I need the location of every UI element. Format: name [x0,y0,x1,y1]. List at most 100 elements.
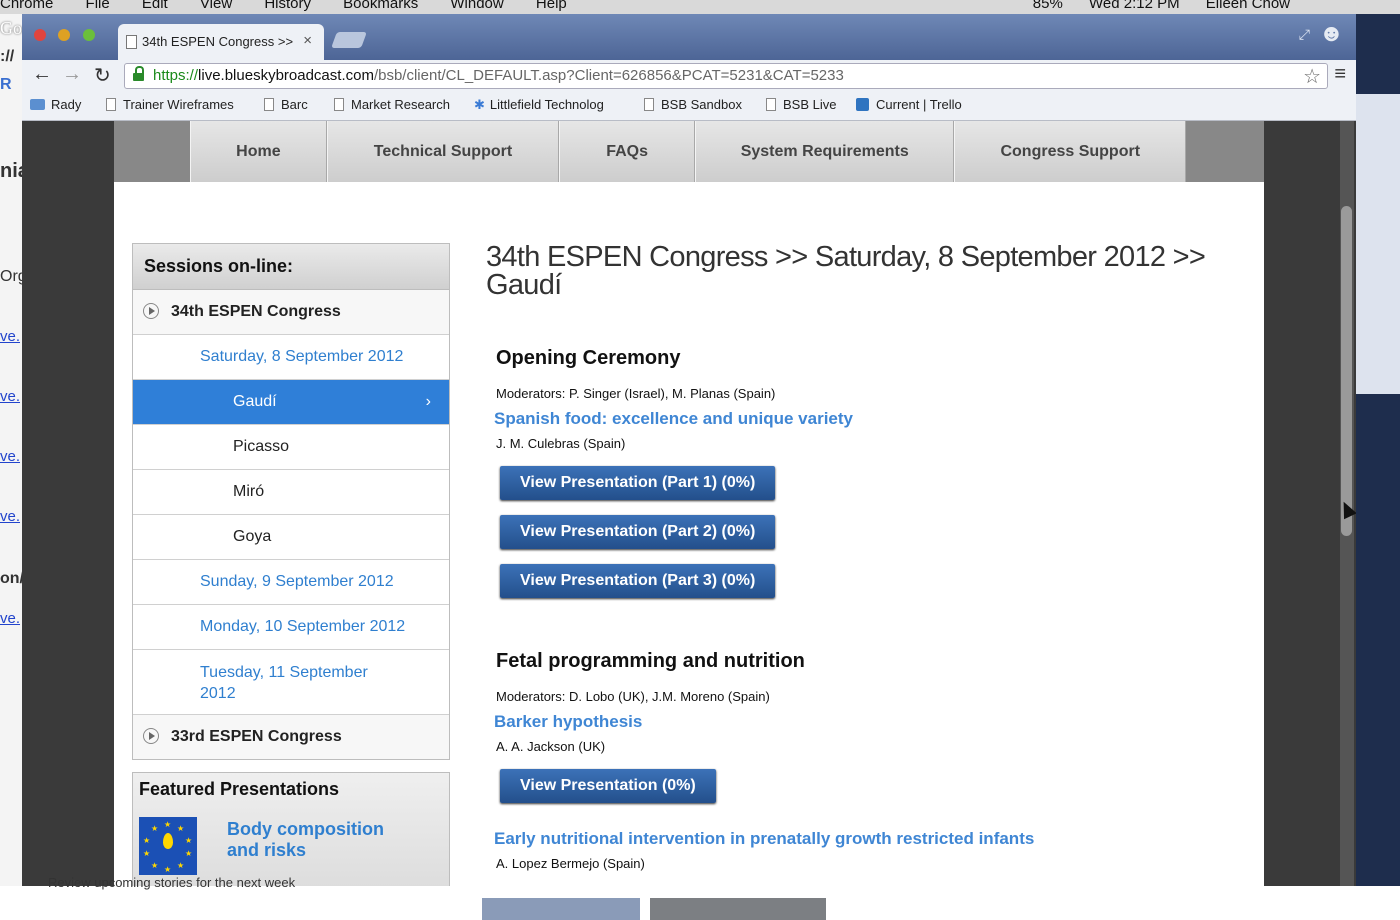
page-icon [644,98,654,111]
sidebar-day-tuesday[interactable]: Tuesday, 11 September 2012 [133,650,449,715]
bookmark-littlefield[interactable]: ✱ Littlefield Technolog [474,97,604,113]
sidebar-room-picasso[interactable]: Picasso [133,425,449,470]
session-title: Fetal programming and nutrition [496,650,805,672]
minimize-window-button[interactable] [58,29,71,41]
link[interactable]: ve. [0,328,20,345]
sidebar-day-monday[interactable]: Monday, 10 September 2012 [133,605,449,650]
eu-flag-logo: ★ ★ ★ ★ ★ ★ ★ ★ ★ ★ [139,817,197,875]
bookmark-label: Littlefield Technolog [489,97,604,112]
expand-icon [143,303,159,319]
forward-icon[interactable]: → [62,63,82,86]
talk-title-link[interactable]: Spanish food: excellence and unique vari… [494,409,1246,429]
google-plus-logo: Google+ [0,18,22,38]
link[interactable]: ve. [0,508,20,525]
fullscreen-icon[interactable]: ⤢ [1299,26,1310,43]
browser-window: 34th ESPEN Congress >> × ⤢ ☻ ← → ↻ https… [22,14,1356,886]
bookmark-rady[interactable]: Rady [30,97,81,112]
browser-toolbar: ← → ↻ https://live.blueskybroadcast.com/… [22,60,1356,90]
menu-edit[interactable]: Edit [142,0,168,12]
zoom-window-button[interactable] [82,29,95,41]
thumbnail[interactable] [650,898,826,920]
talk-author: A. A. Jackson (UK) [496,739,606,754]
clock[interactable]: Wed 2:12 PM [1089,0,1180,12]
bookmark-trello[interactable]: Current | Trello [856,97,962,112]
thumbnail[interactable] [482,898,640,920]
view-presentation-part2-button[interactable]: View Presentation (Part 2) (0%) [500,515,776,549]
scrollbar-thumb[interactable] [1341,206,1352,536]
view-presentation-part1-button[interactable]: View Presentation (Part 1) (0%) [500,466,776,500]
web-page: Home Technical Support FAQs System Requi… [114,121,1264,886]
menu-chrome[interactable]: Chrome [0,0,53,12]
page-icon [106,98,116,111]
bookmarks-bar: Rady Trainer Wireframes Barc Market Rese… [22,90,1356,121]
background-pane [1356,94,1400,394]
menu-window[interactable]: Window [450,0,503,12]
view-presentation-part3-button[interactable]: View Presentation (Part 3) (0%) [500,564,776,598]
menu-history[interactable]: History [264,0,311,12]
bookmark-label: BSB Live [783,97,837,112]
user-name[interactable]: Eileen Chow [1206,0,1290,12]
url-host: live.blueskybroadcast.com [198,67,374,84]
sidebar-congress-33[interactable]: 33rd ESPEN Congress [133,715,449,759]
battery-status[interactable]: 85% [1033,0,1063,12]
sidebar-congress-34[interactable]: 34th ESPEN Congress [133,290,449,335]
new-tab-button[interactable] [331,32,367,48]
chrome-menu-icon[interactable]: ≡ [1334,63,1346,86]
featured-heading: Featured Presentations [139,779,340,799]
text-fragment: nia [0,160,22,182]
incognito-icon: ☻ [1318,20,1344,47]
address-bar[interactable]: https://live.blueskybroadcast.com/bsb/cl… [124,63,1328,89]
talk-title-link[interactable]: Early nutritional intervention in prenat… [494,829,1246,849]
nav-congress-support[interactable]: Congress Support [954,121,1187,182]
close-window-button[interactable] [34,29,46,41]
nav-technical-support[interactable]: Technical Support [326,121,560,182]
sidebar-room-miro[interactable]: Miró [133,470,449,515]
text-fragment: :// [0,48,15,65]
reload-icon[interactable]: ↻ [94,63,111,88]
sidebar-day-sunday[interactable]: Sunday, 9 September 2012 [133,560,449,605]
site-nav: Home Technical Support FAQs System Requi… [114,121,1264,182]
featured-title-link[interactable]: Body composition and risks [227,819,417,861]
lock-icon [133,66,144,81]
link[interactable]: ve. [0,388,20,405]
page-icon [126,35,137,49]
sidebar-item-label: Gaudí [233,393,277,410]
bookmark-barc[interactable]: Barc [264,97,308,112]
bookmark-label: BSB Sandbox [661,97,742,112]
menu-file[interactable]: File [86,0,110,12]
link[interactable]: ve. [0,448,20,465]
nav-faqs[interactable]: FAQs [559,121,695,182]
site-nav-bar: Home Technical Support FAQs System Requi… [190,121,1187,182]
url-text[interactable]: https://live.blueskybroadcast.com/bsb/cl… [153,67,844,84]
bookmark-star-icon[interactable]: ☆ [1303,64,1321,89]
nav-home[interactable]: Home [190,121,327,182]
browser-tab[interactable]: 34th ESPEN Congress >> × [118,24,324,60]
menu-help[interactable]: Help [536,0,567,12]
session-moderators: Moderators: P. Singer (Israel), M. Plana… [496,386,776,401]
sidebar-room-gaudi[interactable]: Gaudí › [133,380,449,425]
link[interactable]: ve. [0,610,20,627]
bookmark-market-research[interactable]: Market Research [334,97,450,112]
main-content: 34th ESPEN Congress >> Saturday, 8 Septe… [486,243,1246,886]
sidebar-item-label: 33rd ESPEN Congress [171,728,342,745]
menu-view[interactable]: View [200,0,232,12]
nav-system-requirements[interactable]: System Requirements [695,121,955,182]
asterisk-icon: ✱ [474,97,485,112]
sidebar-day-saturday[interactable]: Saturday, 8 September 2012 [133,335,449,380]
view-presentation-button[interactable]: View Presentation (0%) [500,769,716,803]
browser-titlebar: 34th ESPEN Congress >> × ⤢ ☻ [22,14,1356,60]
sidebar-heading: Sessions on-line: [133,244,449,290]
sidebar-room-goya[interactable]: Goya [133,515,449,560]
talk-title-link[interactable]: Barker hypothesis [494,712,1246,732]
session-title: Opening Ceremony [496,347,681,369]
bookmark-bsb-live[interactable]: BSB Live [766,97,836,112]
featured-presentations: Featured Presentations ★ ★ ★ ★ ★ ★ ★ ★ ★… [132,772,450,886]
chevron-right-icon: › [425,393,431,410]
bookmark-bsb-sandbox[interactable]: BSB Sandbox [644,97,742,112]
sessions-sidebar: Sessions on-line: 34th ESPEN Congress Sa… [132,243,450,760]
menu-bookmarks[interactable]: Bookmarks [343,0,418,12]
talk-author: J. M. Culebras (Spain) [496,436,626,451]
bookmark-trainer-wireframes[interactable]: Trainer Wireframes [106,97,234,112]
tab-close-icon[interactable]: × [303,32,312,49]
back-icon[interactable]: ← [32,63,52,86]
